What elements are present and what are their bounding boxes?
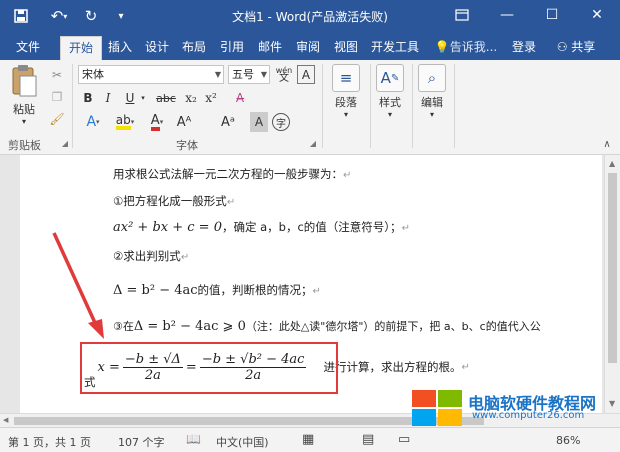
undo-icon[interactable]: ↶ ▾	[46, 5, 72, 27]
strikethrough-button[interactable]: abc	[154, 89, 178, 107]
read-mode-icon[interactable]: ▤	[362, 432, 374, 447]
lightbulb-icon: 💡	[434, 40, 450, 54]
tab-mailings[interactable]: 邮件	[253, 36, 287, 60]
tab-references[interactable]: 引用	[215, 36, 249, 60]
highlight-box	[80, 342, 338, 394]
ribbon-tabs: 文件 开始 插入 设计 布局 引用 邮件 审阅 视图 开发工具 💡告诉我... …	[0, 32, 620, 60]
styles-button[interactable]: A ✎ 样式 ▾	[370, 64, 410, 119]
phonetic-guide-button[interactable]: wén 文	[274, 65, 294, 85]
tab-design[interactable]: 设计	[140, 36, 174, 60]
collapse-ribbon-icon[interactable]: ∧	[600, 138, 614, 150]
doc-line-5: Δ = b² − 4ac的值，判断根的情况；↵	[113, 283, 321, 298]
tab-insert[interactable]: 插入	[104, 36, 136, 60]
proofing-icon[interactable]: 📖	[186, 432, 201, 446]
chevron-down-icon: ▾	[343, 110, 348, 119]
print-layout-icon[interactable]: ▭	[398, 432, 410, 447]
annotation-arrow	[52, 232, 104, 339]
zoom-level[interactable]: 86%	[556, 434, 580, 447]
chevron-down-icon[interactable]: ▾	[138, 89, 148, 107]
doc-line-2: ①把方程化成一般形式↵	[113, 194, 236, 208]
char-shading-icon[interactable]: A	[250, 112, 268, 132]
paragraph-button[interactable]: ≡ 段落 ▾	[326, 64, 366, 119]
dialog-launcher-icon[interactable]: ◢	[60, 138, 70, 148]
chevron-down-icon: ▼	[260, 70, 267, 79]
font-color-icon[interactable]: A ▾	[144, 112, 170, 132]
format-painter-icon[interactable]: 🖌	[48, 110, 66, 128]
clear-format-icon[interactable]: A̶	[230, 89, 250, 107]
window-title: 文档1 - Word(产品激活失败)	[232, 10, 388, 24]
clipboard-group-label: 剪贴板	[8, 139, 41, 152]
title-bar: ↶ ▾ ↻ ▾ 文档1 - Word(产品激活失败) — ☐ ✕	[0, 0, 620, 32]
doc-line-1: 用求根公式法解一元二次方程的一般步骤为：↵	[113, 167, 352, 181]
tell-me-box[interactable]: 💡告诉我...	[433, 36, 499, 60]
status-bar: 第 1 页，共 1 页 107 个字 📖 中文(中国) ▦ ▤ ▭ 86%	[0, 427, 620, 452]
copy-icon[interactable]: ❐	[48, 88, 66, 106]
search-icon: ⌕	[418, 64, 446, 92]
scroll-left-icon[interactable]: ◀	[3, 416, 8, 424]
macro-record-icon[interactable]: ▦	[302, 432, 314, 447]
shrink-font-icon[interactable]: Aᵃ	[220, 112, 236, 132]
underline-button[interactable]: U	[122, 89, 138, 107]
ribbon: 粘贴 ▾ ✂ ❐ 🖌 剪贴板 ◢ 宋体 ▼ 五号 ▼ wén 文 A B I U ▾ …	[0, 60, 620, 155]
paste-button[interactable]: 粘贴 ▾	[4, 64, 44, 126]
char-border-button[interactable]: A	[297, 65, 315, 84]
page-count[interactable]: 第 1 页，共 1 页	[8, 434, 91, 450]
text-effects-icon[interactable]: A ▾	[80, 112, 106, 132]
tab-review[interactable]: 审阅	[291, 36, 325, 60]
clipboard-icon	[12, 65, 37, 97]
maximize-icon[interactable]: ☐	[535, 3, 569, 27]
scroll-thumb[interactable]	[608, 173, 617, 363]
person-icon: ⚇	[556, 40, 568, 54]
doc-line-6: ③在Δ = b² − 4ac ⩾ 0（注：此处△读"德尔塔"）的前提下，把 a、…	[113, 319, 541, 334]
login-button[interactable]: 登录	[508, 36, 540, 60]
minimize-icon[interactable]: —	[490, 3, 524, 27]
scroll-up-icon[interactable]: ▲	[609, 159, 615, 168]
tab-home[interactable]: 开始	[60, 36, 102, 60]
customize-icon[interactable]: ▾	[112, 5, 130, 27]
styles-icon: A ✎	[376, 64, 404, 92]
watermark: 电脑软硬件教程网 www.computer26.com	[412, 388, 620, 428]
grow-font-icon[interactable]: Aᴬ	[176, 112, 192, 132]
windows-logo-icon	[412, 390, 464, 428]
ribbon-display-icon[interactable]	[445, 3, 479, 27]
font-size-select[interactable]: 五号 ▼	[228, 65, 270, 84]
bold-button[interactable]: B	[80, 89, 96, 107]
font-name-select[interactable]: 宋体 ▼	[78, 65, 224, 84]
save-icon[interactable]	[10, 5, 32, 27]
dialog-launcher-icon[interactable]: ◢	[308, 138, 318, 148]
italic-button[interactable]: I	[100, 89, 116, 107]
tab-developer[interactable]: 开发工具	[366, 36, 424, 60]
superscript-button[interactable]: x²	[202, 89, 220, 107]
watermark-url: www.computer26.com	[472, 410, 585, 421]
close-icon[interactable]: ✕	[580, 3, 614, 27]
vertical-scrollbar[interactable]: ▲ ▼	[604, 155, 620, 413]
chevron-down-icon: ▾	[387, 110, 392, 119]
word-count[interactable]: 107 个字	[118, 434, 165, 450]
enclose-char-icon[interactable]: 字	[272, 113, 290, 131]
doc-line-4: ②求出判别式↵	[113, 249, 190, 263]
highlight-icon[interactable]: ab ▾	[112, 112, 138, 132]
tab-view[interactable]: 视图	[329, 36, 363, 60]
font-group-label: 字体	[176, 139, 198, 152]
editing-button[interactable]: ⌕ 编辑 ▾	[412, 64, 452, 119]
language-indicator[interactable]: 中文(中国)	[216, 434, 269, 450]
subscript-button[interactable]: x₂	[182, 89, 200, 107]
tab-file[interactable]: 文件	[8, 36, 48, 60]
redo-icon[interactable]: ↻	[80, 5, 102, 27]
share-button[interactable]: ⚇ 共享	[546, 36, 606, 60]
chevron-down-icon: ▾	[429, 110, 434, 119]
chevron-down-icon: ▼	[214, 70, 221, 79]
paragraph-icon: ≡	[332, 64, 360, 92]
cut-icon[interactable]: ✂	[48, 66, 66, 84]
tab-layout[interactable]: 布局	[177, 36, 211, 60]
doc-line-3: ax² + bx + c = 0，确定 a，b，c的值（注意符号）；↵	[113, 220, 410, 235]
